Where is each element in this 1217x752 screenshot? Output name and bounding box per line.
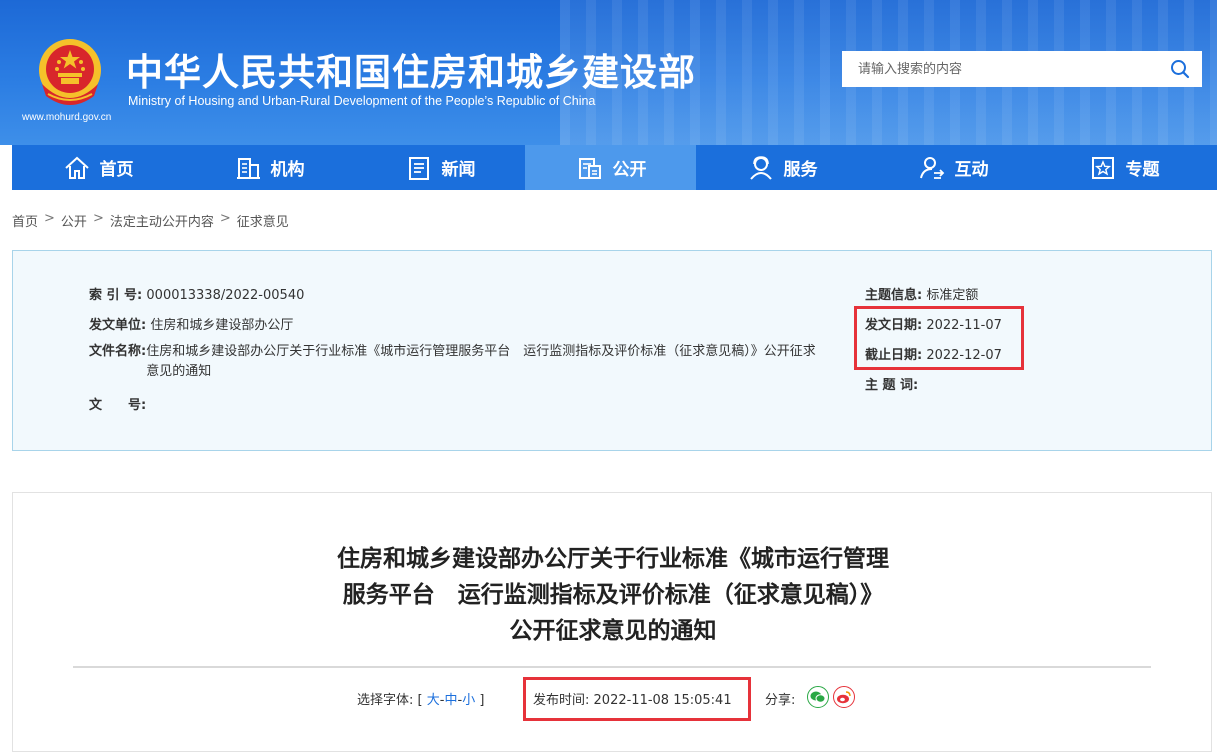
article-title-line: 公开征求意见的通知 bbox=[509, 618, 717, 644]
info-index-label: 索 引 号: bbox=[89, 288, 143, 303]
nav-item-news[interactable]: 新闻 bbox=[354, 145, 525, 190]
site-url: www.mohurd.gov.cn bbox=[22, 112, 112, 123]
weibo-share-icon[interactable] bbox=[833, 685, 856, 708]
info-issuer-value: 住房和城乡建设部办公厅 bbox=[150, 318, 294, 333]
font-size-label: 选择字体: bbox=[357, 693, 414, 708]
disclosure-icon bbox=[578, 157, 601, 179]
breadcrumb-disclosure[interactable]: 公开 bbox=[61, 211, 87, 230]
nav-item-service[interactable]: 服务 bbox=[696, 145, 867, 190]
nav-label: 新闻 bbox=[441, 160, 476, 180]
info-docno-label: 文 号: bbox=[89, 398, 147, 413]
ministry-title-cn[interactable]: 中华人民共和国住房和城乡建设部 bbox=[126, 42, 696, 96]
font-size-bracket: [ bbox=[417, 693, 423, 708]
article-title-line: 服务平台 运行监测指标及评价标准（征求意见稿）》 bbox=[342, 582, 884, 608]
wechat-icon bbox=[810, 691, 826, 703]
info-docno-row: 文 号: bbox=[89, 394, 146, 413]
font-size-chooser: 选择字体: [ 大-中-小 ] bbox=[357, 689, 484, 708]
site-header: www.mohurd.gov.cn 中华人民共和国住房和城乡建设部 Minist… bbox=[0, 0, 1217, 145]
breadcrumb: 首页 > 公开 > 法定主动公开内容 > 征求意见 bbox=[12, 211, 289, 230]
info-issuer-row: 发文单位: 住房和城乡建设部办公厅 bbox=[89, 314, 293, 333]
home-icon bbox=[64, 156, 89, 179]
info-topic-value: 标准定额 bbox=[926, 288, 979, 303]
main-nav: 首页 机构 新闻 公开 服务 互动 专题 bbox=[12, 145, 1217, 190]
font-size-large-link[interactable]: 大 bbox=[427, 693, 440, 708]
info-keywords-label: 主 题 词: bbox=[865, 378, 919, 393]
article-title: 住房和城乡建设部办公厅关于行业标准《城市运行管理 服务平台 运行监测指标及评价标… bbox=[13, 541, 1213, 649]
building-icon bbox=[236, 157, 260, 179]
nav-label: 互动 bbox=[954, 160, 989, 180]
breadcrumb-home[interactable]: 首页 bbox=[12, 211, 38, 230]
nav-label: 机构 bbox=[270, 160, 305, 180]
document-info-panel: 索 引 号: 000013338/2022-00540 发文单位: 住房和城乡建… bbox=[12, 250, 1212, 451]
interact-icon bbox=[919, 156, 944, 179]
share-bar: 分享: bbox=[765, 685, 856, 708]
font-size-bracket: ] bbox=[479, 693, 485, 708]
info-topic-label: 主题信息: bbox=[865, 288, 923, 303]
news-icon bbox=[408, 156, 429, 180]
info-topic-row: 主题信息: 标准定额 bbox=[865, 284, 978, 303]
font-size-small-link[interactable]: 小 bbox=[462, 693, 475, 708]
info-issuer-label: 发文单位: bbox=[89, 318, 147, 333]
service-icon bbox=[749, 155, 772, 180]
nav-label: 首页 bbox=[99, 160, 134, 180]
font-size-medium-link[interactable]: 中 bbox=[444, 693, 457, 708]
publish-time-highlight-box bbox=[523, 677, 751, 721]
info-filename-row: 文件名称: 住房和城乡建设部办公厅关于行业标准《城市运行管理服务平台 运行监测指… bbox=[89, 342, 826, 382]
search-button[interactable] bbox=[1158, 51, 1202, 87]
article-title-line: 住房和城乡建设部办公厅关于行业标准《城市运行管理 bbox=[337, 546, 889, 572]
nav-label: 公开 bbox=[612, 160, 647, 180]
title-divider bbox=[73, 666, 1151, 668]
breadcrumb-consultation[interactable]: 征求意见 bbox=[237, 211, 289, 230]
ministry-title-en: Ministry of Housing and Urban-Rural Deve… bbox=[128, 94, 596, 108]
article-panel: 住房和城乡建设部办公厅关于行业标准《城市运行管理 服务平台 运行监测指标及评价标… bbox=[12, 492, 1212, 752]
share-label: 分享: bbox=[765, 693, 796, 708]
nav-item-disclosure[interactable]: 公开 bbox=[525, 145, 696, 190]
nav-item-interaction[interactable]: 互动 bbox=[867, 145, 1038, 190]
search-icon bbox=[1171, 60, 1190, 79]
info-keywords-row: 主 题 词: bbox=[865, 374, 918, 393]
search-input[interactable] bbox=[842, 51, 1158, 87]
nav-item-home[interactable]: 首页 bbox=[12, 145, 183, 190]
nav-label: 专题 bbox=[1125, 160, 1160, 180]
search-box bbox=[842, 51, 1202, 87]
breadcrumb-statutory-content[interactable]: 法定主动公开内容 bbox=[110, 211, 214, 230]
breadcrumb-separator: > bbox=[219, 211, 231, 226]
weibo-icon bbox=[837, 690, 852, 703]
info-index-row: 索 引 号: 000013338/2022-00540 bbox=[89, 284, 304, 303]
breadcrumb-separator: > bbox=[92, 211, 104, 226]
date-highlight-box bbox=[854, 306, 1024, 370]
article-meta: 选择字体: [ 大-中-小 ] 发布时间: 2022-11-08 15:05:4… bbox=[13, 677, 1213, 721]
info-filename-label: 文件名称: bbox=[89, 344, 147, 359]
nav-item-special-topics[interactable]: 专题 bbox=[1038, 145, 1209, 190]
nav-label: 服务 bbox=[783, 160, 818, 180]
star-icon bbox=[1091, 156, 1114, 179]
nav-item-organization[interactable]: 机构 bbox=[183, 145, 354, 190]
info-index-value: 000013338/2022-00540 bbox=[146, 288, 305, 303]
national-emblem-icon[interactable] bbox=[36, 36, 104, 108]
breadcrumb-separator: > bbox=[44, 211, 55, 226]
wechat-share-icon[interactable] bbox=[807, 685, 830, 708]
info-filename-value: 住房和城乡建设部办公厅关于行业标准《城市运行管理服务平台 运行监测指标及评价标准… bbox=[146, 344, 816, 379]
